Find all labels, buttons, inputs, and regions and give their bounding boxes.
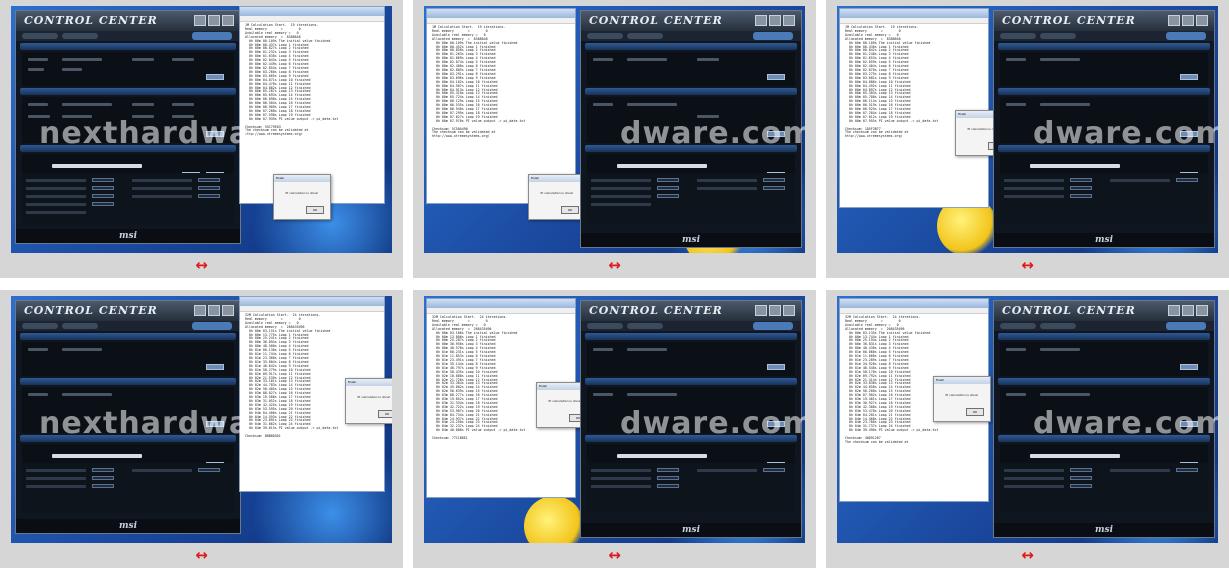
- close-icon: [222, 15, 234, 26]
- expand-arrow-icon[interactable]: ↔: [0, 546, 403, 564]
- screenshot-thumbnail[interactable]: 32M Calculation Start. 24 iterations. Re…: [424, 296, 805, 543]
- msi-logo: msi: [681, 525, 701, 535]
- control-center-window: CONTROL CENTER msi: [993, 300, 1215, 538]
- image-gallery: CONTROL CENTER msi 1M Calculation Start.…: [0, 0, 1229, 568]
- msi-logo: msi: [118, 521, 138, 531]
- control-center-window: CONTROL CENTER msi: [15, 300, 241, 534]
- screenshot-thumbnail[interactable]: 1M Calculation Start. 19 iterations. Rea…: [424, 6, 805, 253]
- control-center-window: CONTROL CENTER msi: [993, 10, 1215, 248]
- control-center-logo: CONTROL CENTER: [24, 304, 158, 317]
- gallery-cell: 32M Calculation Start. 24 iterations. Re…: [826, 290, 1229, 568]
- msi-logo: msi: [681, 235, 701, 245]
- control-center-logo: CONTROL CENTER: [1002, 304, 1136, 317]
- gallery-cell: CONTROL CENTER msi 1M Calculation Start.…: [0, 0, 403, 278]
- screenshot-thumbnail[interactable]: 32M Calculation Start. 24 iterations. Re…: [837, 296, 1218, 543]
- msi-logo: msi: [1094, 525, 1114, 535]
- result-dialog: finishPI calculation is done!OK: [528, 174, 586, 220]
- control-center-logo: CONTROL CENTER: [589, 14, 723, 27]
- control-center-window: CONTROL CENTER msi: [580, 300, 802, 538]
- control-center-logo: CONTROL CENTER: [1002, 14, 1136, 27]
- expand-arrow-icon[interactable]: ↔: [0, 256, 403, 274]
- console-window: 1M Calculation Start. 19 iterations. Rea…: [839, 8, 989, 208]
- gallery-cell: CONTROL CENTER msi 32M Calculation Start…: [0, 290, 403, 568]
- expand-arrow-icon[interactable]: ↔: [413, 256, 816, 274]
- screenshot-thumbnail[interactable]: 1M Calculation Start. 19 iterations. Rea…: [837, 6, 1218, 253]
- expand-arrow-icon[interactable]: ↔: [826, 546, 1229, 564]
- gallery-cell: 32M Calculation Start. 24 iterations. Re…: [413, 290, 816, 568]
- gallery-cell: 1M Calculation Start. 19 iterations. Rea…: [413, 0, 816, 278]
- result-dialog: finishPI calculation is done!OK: [273, 174, 331, 220]
- control-center-window: CONTROL CENTER msi: [15, 10, 241, 244]
- screenshot-thumbnail[interactable]: CONTROL CENTER msi 32M Calculation Start…: [11, 296, 392, 543]
- expand-arrow-icon[interactable]: ↔: [413, 546, 816, 564]
- control-center-logo: CONTROL CENTER: [589, 304, 723, 317]
- control-center-logo: CONTROL CENTER: [24, 14, 158, 27]
- gallery-cell: 1M Calculation Start. 19 iterations. Rea…: [826, 0, 1229, 278]
- ok-button[interactable]: OK: [561, 206, 579, 214]
- minimize-icon: [194, 15, 206, 26]
- maximize-icon: [208, 15, 220, 26]
- msi-logo: msi: [1094, 235, 1114, 245]
- control-center-window: CONTROL CENTER msi: [580, 10, 802, 248]
- screenshot-thumbnail[interactable]: CONTROL CENTER msi 1M Calculation Start.…: [11, 6, 392, 253]
- result-dialog: finishPI calculation is done!OK: [933, 376, 991, 422]
- ok-button[interactable]: OK: [306, 206, 324, 214]
- ok-button[interactable]: OK: [966, 408, 984, 416]
- msi-logo: msi: [118, 231, 138, 241]
- result-dialog: finishPI calculation is done!OK: [345, 378, 392, 424]
- expand-arrow-icon[interactable]: ↔: [826, 256, 1229, 274]
- ok-button[interactable]: OK: [378, 410, 392, 418]
